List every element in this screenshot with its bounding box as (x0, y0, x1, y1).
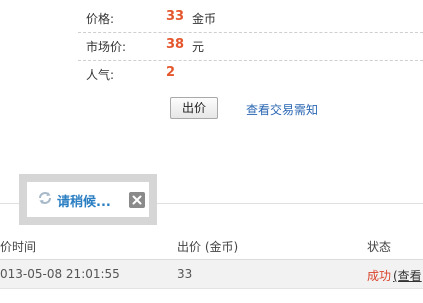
row-status: 成功 (367, 269, 392, 283)
price-unit: 金币 (192, 12, 217, 26)
loading-dialog: 请稍候... (19, 174, 157, 225)
col-bid-time: 价时间 (0, 240, 37, 254)
loading-text: 请稍候... (57, 195, 111, 210)
price-row: 价格: 33 金币 (78, 4, 423, 33)
price-label: 价格: (86, 12, 115, 26)
bid-button[interactable]: 出价 (170, 97, 218, 119)
col-bid-amount: 出价 (金币) (177, 240, 239, 254)
table-header: 价时间 出价 (金币) 状态 (0, 229, 423, 260)
refresh-icon (37, 190, 53, 206)
trade-rules-link[interactable]: 查看交易需知 (246, 101, 318, 118)
market-price-row: 市场价: 38 元 (78, 32, 423, 61)
price-value: 33 (166, 9, 185, 24)
popularity-value: 2 (166, 65, 176, 80)
market-price-unit: 元 (192, 40, 205, 54)
popularity-row: 人气: 2 (78, 60, 423, 88)
loading-body: 请稍候... (27, 182, 149, 217)
market-price-value: 38 (166, 37, 185, 52)
close-icon[interactable] (129, 192, 145, 208)
row-view-link[interactable]: (查看 (393, 267, 422, 284)
row-time: 013-05-08 21:01:55 (0, 267, 120, 281)
col-status: 状态 (367, 240, 392, 254)
popularity-label: 人气: (86, 68, 115, 82)
market-price-label: 市场价: (86, 40, 127, 54)
table-row: 013-05-08 21:01:55 33 成功 (查看 (0, 260, 423, 289)
row-bid: 33 (177, 267, 193, 281)
bid-page: 价格: 33 金币 市场价: 38 元 人气: 2 出价 查看交易需知 价时间 … (0, 0, 423, 303)
